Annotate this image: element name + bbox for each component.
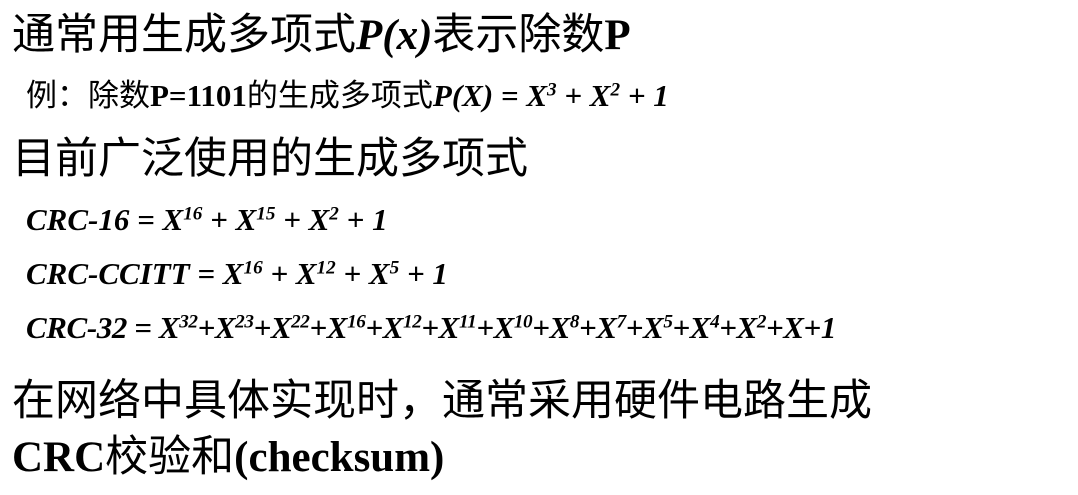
example-prefix: 例：除数 [26,78,150,114]
plus-term: +X [309,310,348,345]
checksum-line: CRC校验和(checksum) [12,434,445,481]
exponent: 16 [183,203,203,225]
formula-tail: + 1 [620,78,669,113]
heading-text: 目前广泛使用的生成多项式 [12,134,528,184]
exponent: 15 [256,203,276,225]
exponent: 2 [610,79,621,101]
exponent: 2 [756,311,767,333]
plus-term: +X [579,310,617,345]
heading-common-polynomials: 目前广泛使用的生成多项式 [12,138,528,181]
exponent: 5 [663,311,673,333]
example-text: 的生成多项式 [246,78,433,114]
crc-label: CRC [12,434,106,481]
formula-tail: + 1 [338,202,388,237]
px-formula: P(x) [356,12,433,59]
example-formula: P(X) = X3 + X2 + 1 [433,78,669,113]
exponent: 3 [547,79,557,101]
plus-term: + X [202,202,257,237]
heading-generator-polynomial: 通常用生成多项式P(x)表示除数P [12,12,631,59]
exponent: 23 [235,311,254,333]
crc-ccitt-formula: CRC-CCITT = X16 + X12 + X5 + 1 [26,258,448,289]
formula-name: CRC-32 = X [26,310,180,345]
plus-term: +X [197,310,236,345]
plus-term: + X [262,256,317,291]
formula-lhs: P(X) = X [432,78,547,113]
plus-term: +X [719,310,757,345]
plus-term: +X [421,310,459,345]
exponent: 32 [179,311,198,333]
exponent: 10 [513,311,533,333]
exponent: 4 [710,311,720,333]
formula-tail: +X+1 [766,310,836,345]
plus-term: +X [672,310,711,345]
divisor-value: P=1101 [150,78,247,113]
exponent: 7 [616,311,627,333]
plus-term: + X [275,202,330,237]
formula-tail: + 1 [399,256,448,291]
exponent: 8 [569,311,580,333]
exponent: 16 [243,257,263,279]
example-line: 例：除数P=1101的生成多项式P(X) = X3 + X2 + 1 [26,80,669,112]
formula-name: CRC-CCITT = X [26,256,244,291]
crc32-terms: 32+X23+X22+X16+X12+X11+X10+X8+X7+X5+X4+X… [179,310,766,345]
formula-mid: + X [556,78,611,113]
plus-term: +X [476,310,514,345]
exponent: 5 [389,257,400,279]
plus-term: +X [532,310,570,345]
divisor-p: P [604,12,631,59]
exponent: 12 [316,257,336,279]
heading-text: 通常用生成多项式 [12,10,356,60]
exponent: 12 [403,311,422,333]
plus-term: +X [253,310,292,345]
formula-name: CRC-16 = X [26,202,184,237]
note-text: 在网络中具体实现时，通常采用硬件电路生成 [12,376,872,426]
heading-text-2: 表示除数 [432,10,605,60]
exponent: 16 [347,311,366,333]
plus-term: +X [625,310,664,345]
crc16-formula: CRC-16 = X16 + X15 + X2 + 1 [26,204,388,235]
exponent: 11 [458,311,477,333]
crc32-formula: CRC-32 = X32+X23+X22+X16+X12+X11+X10+X8+… [26,312,836,343]
checksum-text: 校验和 [105,432,235,482]
plus-term: +X [365,310,404,345]
exponent: 2 [329,203,339,225]
exponent: 22 [291,311,310,333]
implementation-note: 在网络中具体实现时，通常采用硬件电路生成 [12,380,872,423]
checksum-paren: (checksum) [234,434,445,481]
plus-term: + X [335,256,390,291]
